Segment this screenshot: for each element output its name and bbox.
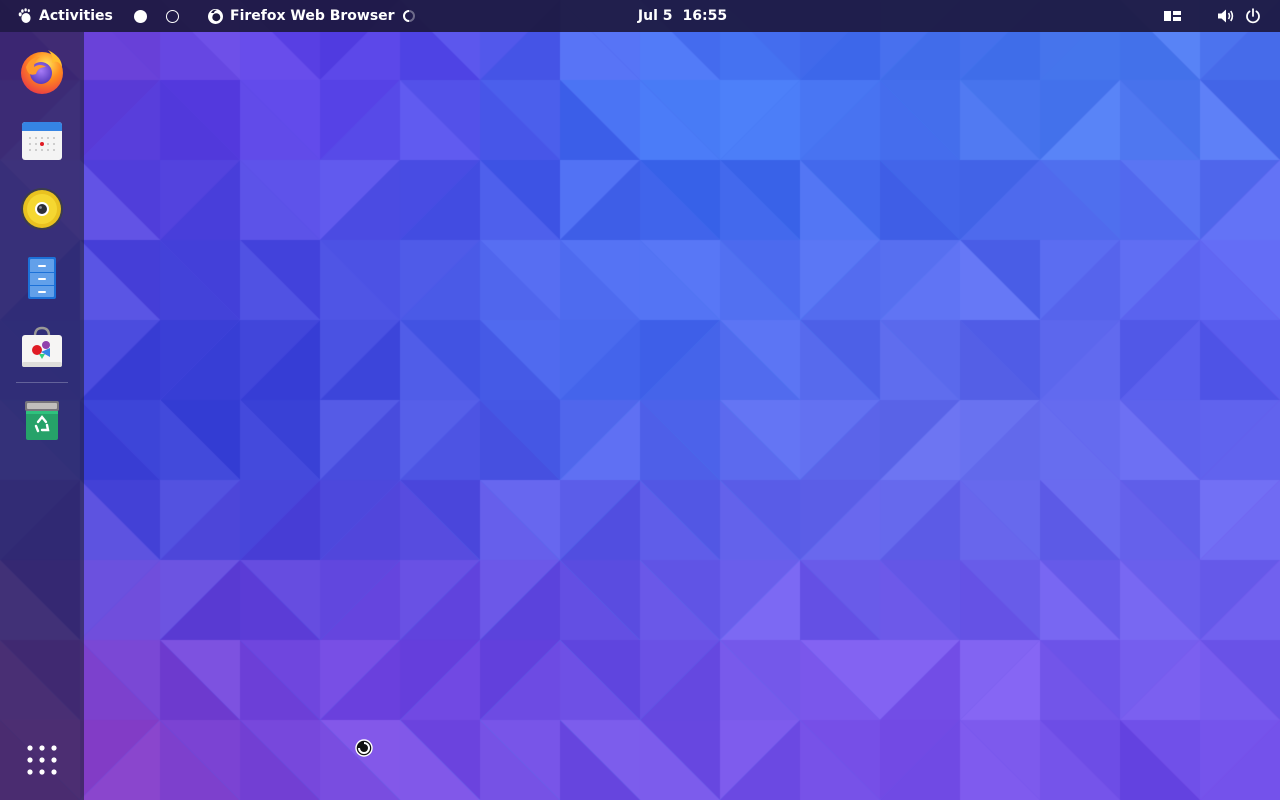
clock-time: 16:55 <box>682 8 728 24</box>
firefox-icon <box>21 50 63 94</box>
firefox-small-icon <box>208 8 223 24</box>
files-icon <box>28 257 56 299</box>
app-grid-icon <box>27 745 57 775</box>
calendar-icon <box>22 122 62 160</box>
workspace-active-dot <box>133 9 147 23</box>
workspace-1-indicator[interactable] <box>132 0 148 32</box>
dash-app-software[interactable] <box>18 323 66 371</box>
busy-cursor-icon <box>355 739 373 757</box>
activities-label: Activities <box>39 8 113 24</box>
volume-indicator[interactable] <box>1217 0 1235 32</box>
dash-app-files[interactable] <box>18 254 66 302</box>
app-menu-button[interactable]: Firefox Web Browser <box>207 0 415 32</box>
power-menu-button[interactable] <box>1245 0 1261 32</box>
dash <box>0 32 84 800</box>
power-icon <box>1246 8 1260 24</box>
keyboard-layout-icon <box>1164 11 1181 21</box>
dash-app-firefox[interactable] <box>18 47 66 95</box>
dash-separator <box>16 382 68 383</box>
trash-icon <box>25 401 59 440</box>
app-menu-label: Firefox Web Browser <box>230 8 395 24</box>
dash-app-rhythmbox[interactable] <box>18 185 66 233</box>
speaker-icon <box>21 188 63 230</box>
dash-app-trash[interactable] <box>18 396 66 444</box>
top-bar: Activities Firefox Web Browser Jul 5 16:… <box>0 0 1280 32</box>
loading-spinner-icon <box>402 10 415 22</box>
desktop[interactable]: Activities Firefox Web Browser Jul 5 16:… <box>0 0 1280 800</box>
clock-button[interactable]: Jul 5 16:55 <box>638 8 727 24</box>
activities-button[interactable]: Activities <box>17 0 113 32</box>
clock-date: Jul 5 <box>637 8 673 24</box>
dash-app-calendar[interactable] <box>18 116 66 164</box>
volume-icon <box>1218 9 1234 23</box>
software-bag-icon <box>22 326 62 367</box>
show-apps-button[interactable] <box>18 736 66 784</box>
clock: Jul 5 16:55 <box>0 0 1280 32</box>
keyboard-layout-indicator[interactable] <box>1164 0 1182 32</box>
workspace-2-indicator[interactable] <box>164 0 180 32</box>
desktop-wallpaper <box>0 0 1280 800</box>
gnome-foot-icon <box>18 8 31 23</box>
workspace-inactive-ring <box>165 9 179 23</box>
